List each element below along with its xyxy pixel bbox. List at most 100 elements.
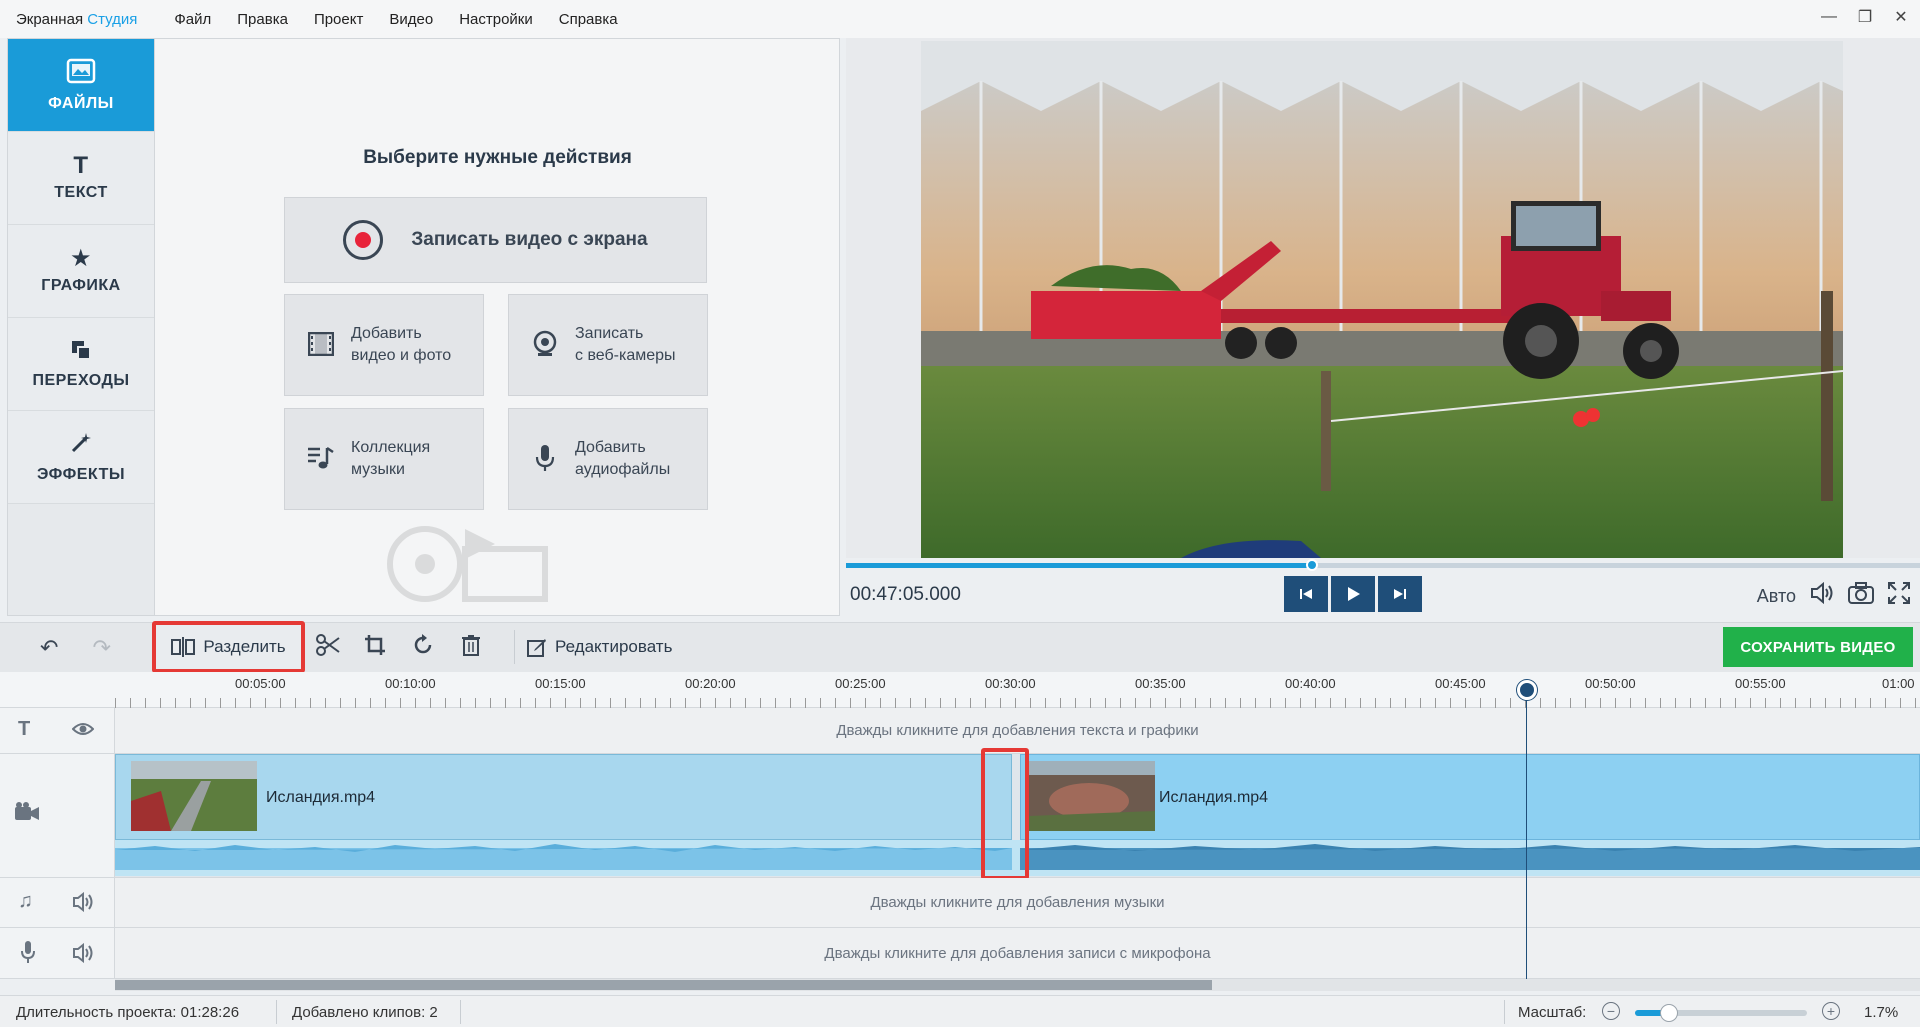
video-preview[interactable] — [921, 41, 1843, 558]
sidebar-item-effects[interactable]: ЭФФЕКТЫ — [8, 411, 154, 504]
timeline-tick-label: 00:10:00 — [385, 676, 436, 691]
add-audio-button[interactable]: Добавить аудиофайлы — [508, 408, 708, 510]
edit-button[interactable]: Редактировать — [514, 630, 672, 664]
skip-back-button[interactable] — [1284, 576, 1328, 612]
rotate-icon[interactable] — [412, 634, 434, 662]
projector-watermark — [387, 526, 548, 602]
menu-video[interactable]: Видео — [389, 11, 433, 28]
restore-button[interactable]: ❐ — [1854, 6, 1876, 28]
pencil-icon — [527, 639, 546, 657]
add-audio-label: Добавить аудиофайлы — [575, 439, 671, 478]
text-track-icon: T — [18, 718, 31, 740]
undo-icon[interactable]: ↶ — [40, 635, 58, 661]
clip-name: Исландия.mp4 — [1159, 789, 1269, 806]
sidebar-item-text[interactable]: T ТЕКСТ — [8, 132, 154, 225]
record-screen-button[interactable]: Записать видео с экрана — [284, 197, 707, 283]
menu-help[interactable]: Справка — [559, 11, 618, 28]
play-button[interactable] — [1331, 576, 1375, 612]
minimize-button[interactable]: — — [1818, 6, 1840, 28]
playhead-line — [1526, 686, 1527, 981]
scale-label: Масштаб: — [1518, 1004, 1587, 1021]
actions-title: Выберите нужные действия — [363, 147, 632, 168]
video-clip[interactable]: Исландия.mp4 — [115, 754, 1012, 840]
close-button[interactable]: ✕ — [1890, 6, 1912, 28]
window-controls: — ❐ ✕ — [1818, 6, 1912, 28]
camera-icon[interactable] — [1848, 582, 1874, 610]
timeline-tick-label: 01:00 — [1882, 676, 1915, 691]
mic-track[interactable]: Дважды кликните для добавления записи с … — [115, 928, 1920, 979]
playhead-handle[interactable] — [1517, 680, 1537, 700]
app-title-accent: Студия — [87, 10, 138, 28]
sidebar-item-graphics[interactable]: ★ ГРАФИКА — [8, 225, 154, 318]
ruler-ticks — [115, 698, 1920, 708]
eye-icon[interactable] — [71, 720, 95, 743]
timeline-tick-label: 00:20:00 — [685, 676, 736, 691]
timecode: 00:47:05.000 — [850, 584, 961, 605]
star-icon: ★ — [69, 245, 92, 272]
menu-bar: Экранная Студия Файл Правка Проект Видео… — [0, 0, 1920, 38]
progress-handle[interactable] — [1306, 559, 1319, 571]
video-camera-icon — [14, 802, 40, 828]
sidebar-item-label: ФАЙЛЫ — [48, 94, 114, 112]
project-duration: Длительность проекта: 01:28:26 — [16, 1004, 240, 1021]
menu-file[interactable]: Файл — [174, 11, 211, 28]
timeline-tick-label: 00:25:00 — [835, 676, 886, 691]
crop-icon[interactable] — [364, 634, 386, 662]
split-icon — [171, 637, 196, 657]
menu-project[interactable]: Проект — [314, 11, 363, 28]
add-video-button[interactable]: Добавить видео и фото — [284, 294, 484, 396]
zoom-out-button[interactable]: − — [1602, 1002, 1620, 1020]
fullscreen-icon[interactable] — [1888, 582, 1910, 610]
mic-track-hint: Дважды кликните для добавления записи с … — [824, 944, 1211, 962]
zoom-in-button[interactable]: + — [1822, 1002, 1840, 1020]
split-point-highlight — [981, 748, 1029, 880]
scissors-icon[interactable] — [316, 634, 340, 662]
add-video-label: Добавить видео и фото — [351, 325, 452, 364]
skip-forward-button[interactable] — [1378, 576, 1422, 612]
split-button[interactable]: Разделить — [152, 621, 305, 673]
text-icon: T — [73, 152, 89, 179]
video-clip[interactable]: Исландия.mp4 — [1020, 754, 1920, 840]
timeline-tick-label: 00:45:00 — [1435, 676, 1486, 691]
app-title: Экранная Студия — [16, 11, 137, 28]
actions-panel: Выберите нужные действия Записать видео … — [155, 38, 840, 616]
sidebar-item-label: ПЕРЕХОДЫ — [32, 371, 130, 389]
music-track[interactable]: Дважды кликните для добавления музыки — [115, 878, 1920, 928]
music-collection-label: Коллекция музыки — [351, 439, 431, 478]
text-track-header: T — [0, 708, 115, 754]
clip-thumbnail — [131, 761, 257, 831]
text-track-hint: Дважды кликните для добавления текста и … — [836, 722, 1199, 739]
film-icon — [305, 331, 337, 358]
timeline-scrollbar[interactable] — [115, 979, 1920, 991]
quality-selector[interactable]: Авто — [1757, 586, 1796, 607]
scale-value: 1.7% — [1864, 1004, 1899, 1021]
zoom-slider[interactable] — [1635, 1004, 1807, 1022]
timeline-ruler[interactable]: 00:05:00 00:10:00 00:15:00 00:20:00 00:25:00… — [0, 672, 1920, 708]
video-track-header — [0, 754, 115, 878]
image-icon — [66, 58, 96, 89]
menu-edit[interactable]: Правка — [237, 11, 288, 28]
music-collection-button[interactable]: Коллекция музыки — [284, 408, 484, 510]
music-volume-icon[interactable] — [72, 891, 94, 918]
scrollbar-thumb[interactable] — [115, 980, 1212, 990]
preview-progress[interactable] — [846, 559, 1920, 571]
playback-buttons — [1284, 576, 1422, 612]
save-video-button[interactable]: СОХРАНИТЬ ВИДЕО — [1723, 627, 1913, 667]
sidebar-item-transitions[interactable]: ПЕРЕХОДЫ — [8, 318, 154, 411]
sidebar-item-files[interactable]: ФАЙЛЫ — [8, 39, 154, 132]
timeline-tick-label: 00:55:00 — [1735, 676, 1786, 691]
progress-fill — [846, 563, 1313, 568]
volume-icon[interactable] — [1810, 581, 1834, 610]
timeline-tick-label: 00:35:00 — [1135, 676, 1186, 691]
redo-icon: ↷ — [92, 634, 111, 660]
sidebar: ФАЙЛЫ T ТЕКСТ ★ ГРАФИКА ПЕРЕХОДЫ ЭФФЕКТЫ — [7, 38, 155, 616]
mic-volume-icon[interactable] — [72, 942, 94, 969]
trash-icon[interactable] — [461, 634, 481, 662]
menu-settings[interactable]: Настройки — [459, 11, 533, 28]
magic-wand-icon — [69, 431, 93, 460]
webcam-button[interactable]: Записать с веб-камеры — [508, 294, 708, 396]
webcam-label: Записать с веб-камеры — [575, 325, 676, 364]
zoom-handle[interactable] — [1660, 1004, 1679, 1022]
playback-controls: 00:47:05.000 Авто — [846, 572, 1920, 620]
timeline-tick-label: 00:40:00 — [1285, 676, 1336, 691]
